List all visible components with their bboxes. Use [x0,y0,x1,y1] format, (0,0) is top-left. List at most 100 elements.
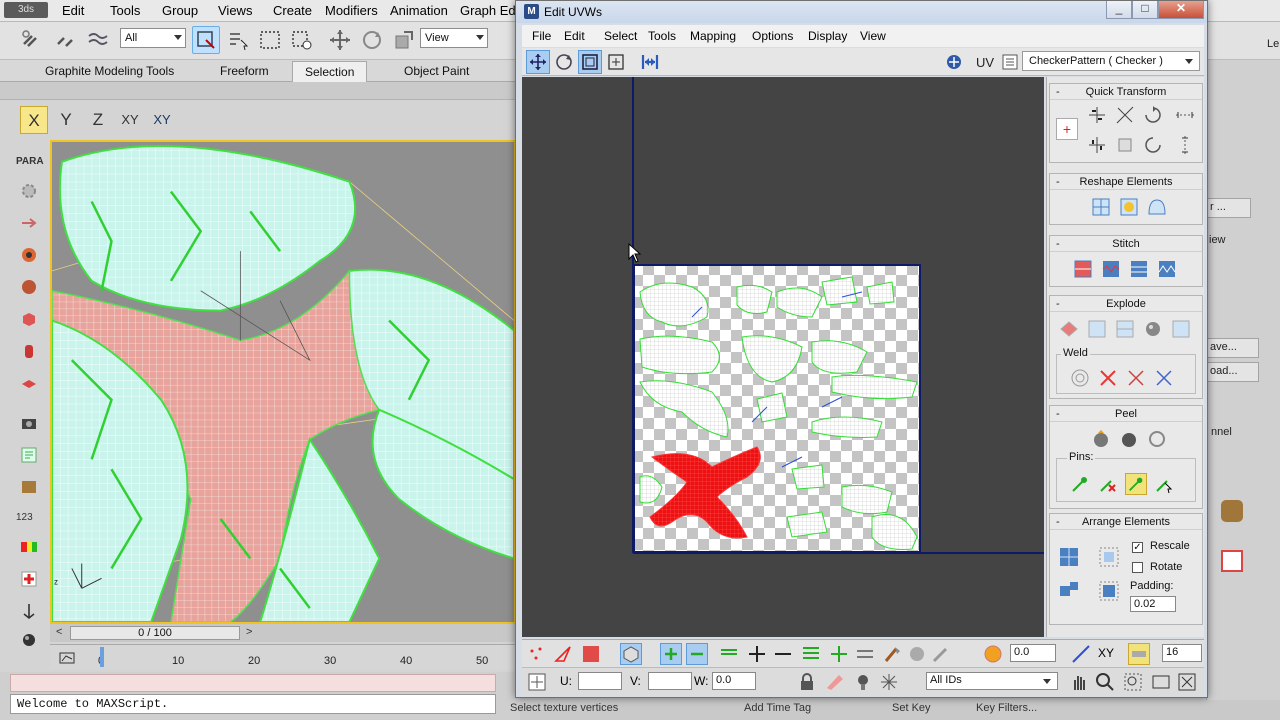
zoom-icon[interactable] [1094,671,1116,693]
torus-icon[interactable] [18,244,40,266]
time-slider-thumb[interactable]: 0 / 100 [70,626,240,640]
command-button[interactable]: r ... [1205,198,1251,218]
relax-settings-icon[interactable] [1146,196,1168,218]
tab-freeform[interactable]: Freeform [208,63,281,79]
select-pins-icon[interactable] [1153,473,1175,495]
paint-select-icon[interactable] [882,643,904,665]
plus-icon[interactable] [18,568,40,590]
menu-modifiers[interactable]: Modifiers [325,3,378,18]
peel-mode-icon[interactable] [1118,428,1140,450]
ring-grow-icon[interactable] [718,643,740,665]
close-icon[interactable]: ✕ [1158,1,1204,19]
flatten-icon[interactable] [1114,318,1136,340]
edit-pins-icon[interactable] [1069,473,1091,495]
linear-align-icon[interactable] [1114,134,1136,156]
edge-distance-spinner[interactable]: 16 [1162,644,1202,662]
rotate-icon[interactable] [358,26,386,54]
rollout-header[interactable]: - Arrange Elements [1050,514,1202,530]
select-element-icon[interactable] [620,643,642,665]
break-icon[interactable] [1058,318,1080,340]
rect-selection-icon[interactable] [256,26,284,54]
maxscript-icon[interactable] [18,444,40,466]
maxscript-mini-listener[interactable]: Welcome to MAXScript. [10,694,496,714]
stitch-to-source-icon[interactable] [1072,258,1094,280]
select-face-icon[interactable] [580,643,602,665]
detach-icon[interactable] [1086,318,1108,340]
axis-xy-lock-button[interactable]: XY [148,106,176,134]
sphere-icon[interactable] [18,276,40,298]
move-icon[interactable] [326,26,354,54]
w-input[interactable]: 0.0 [712,672,756,690]
menu-views[interactable]: Views [218,3,252,18]
selection-region-icon[interactable] [1221,550,1243,572]
link-icon[interactable] [18,26,46,54]
hide-icon[interactable] [824,671,846,693]
align-vertical-icon[interactable] [1086,134,1108,156]
axis-z-button[interactable]: Z [84,106,112,134]
menu-tools[interactable]: Tools [110,3,140,18]
paint-shrink-icon[interactable] [930,643,952,665]
padding-spinner[interactable]: 0.02 [1130,596,1176,612]
reset-peel-icon[interactable] [1146,428,1168,450]
grow-selection-icon[interactable] [660,643,682,665]
stitch-to-target-icon[interactable] [1128,258,1150,280]
pack-normalize-icon[interactable] [1058,546,1080,568]
auto-pin-icon[interactable] [1125,473,1147,495]
menu-group[interactable]: Group [162,3,198,18]
add-time-tag[interactable]: Add Time Tag [744,702,811,714]
app-logo[interactable]: 3ds [4,2,48,18]
time-slider[interactable]: < 0 / 100 > [50,624,516,642]
quick-peel-icon[interactable] [1090,428,1112,450]
tab-selection[interactable]: Selection [292,61,368,82]
camera-icon[interactable] [18,412,40,434]
window-crossing-icon[interactable] [288,26,316,54]
scale-icon[interactable] [390,26,418,54]
pan-icon[interactable] [1068,671,1090,693]
plane-icon[interactable] [18,372,40,394]
unpin-icon[interactable] [1097,473,1119,495]
zoom-extents-selected-icon[interactable] [1176,671,1198,693]
ref-coord-combo[interactable]: View [420,28,488,48]
minimize-icon[interactable]: _ [1106,1,1132,19]
track-bar[interactable]: 0 10 20 30 40 50 [50,644,516,670]
unlink-icon[interactable] [52,26,80,54]
selection-filter-combo[interactable]: All [120,28,186,48]
pack-together-icon[interactable] [1058,580,1080,602]
flatten-by-material-icon[interactable] [1170,318,1192,340]
axis-x-button[interactable]: X [20,106,48,134]
loop-minus-icon[interactable] [854,643,876,665]
select-edge-icon[interactable] [552,643,574,665]
set-pivot-icon[interactable]: + [1056,118,1078,140]
move-icon[interactable] [526,50,550,74]
uv-editor-canvas[interactable] [522,77,1044,637]
zoom-extents-icon[interactable] [1150,671,1172,693]
rollout-header[interactable]: - Explode [1050,296,1202,312]
maxscript-listener-bar[interactable] [10,674,496,692]
filter-selected-icon[interactable] [878,671,900,693]
box-icon[interactable] [18,308,40,330]
uvw-menu-file[interactable]: File [532,29,551,43]
select-by-name-icon[interactable] [224,26,252,54]
chevron-right-icon[interactable]: > [246,626,252,638]
tab-object-paint[interactable]: Object Paint [392,63,481,79]
straighten-selection-icon[interactable] [1090,196,1112,218]
align-diagonal-icon[interactable] [1114,104,1136,126]
falloff-spinner[interactable]: 0.0 [1010,644,1056,662]
stitch-settings-icon[interactable] [1156,258,1178,280]
rotate-icon[interactable] [552,50,576,74]
paint-grow-icon[interactable] [906,643,928,665]
shrink-selection-icon[interactable] [686,643,708,665]
tab-graphite-modeling-tools[interactable]: Graphite Modeling Tools [33,63,186,79]
set-key-button[interactable]: Set Key [892,702,931,714]
pack-settings-icon[interactable] [1098,580,1120,602]
key-filters-button[interactable]: Key Filters... [976,702,1037,714]
align-horizontal-icon[interactable] [1086,104,1108,126]
rollout-header[interactable]: - Peel [1050,406,1202,422]
v-input[interactable] [648,672,692,690]
material-icon[interactable] [1221,500,1243,522]
rotate-checkbox[interactable] [1132,562,1143,573]
perspective-viewport[interactable]: z [50,140,516,624]
select-object-icon[interactable] [192,26,220,54]
uvw-menu-select[interactable]: Select [604,29,637,43]
rollout-header[interactable]: - Reshape Elements [1050,174,1202,190]
